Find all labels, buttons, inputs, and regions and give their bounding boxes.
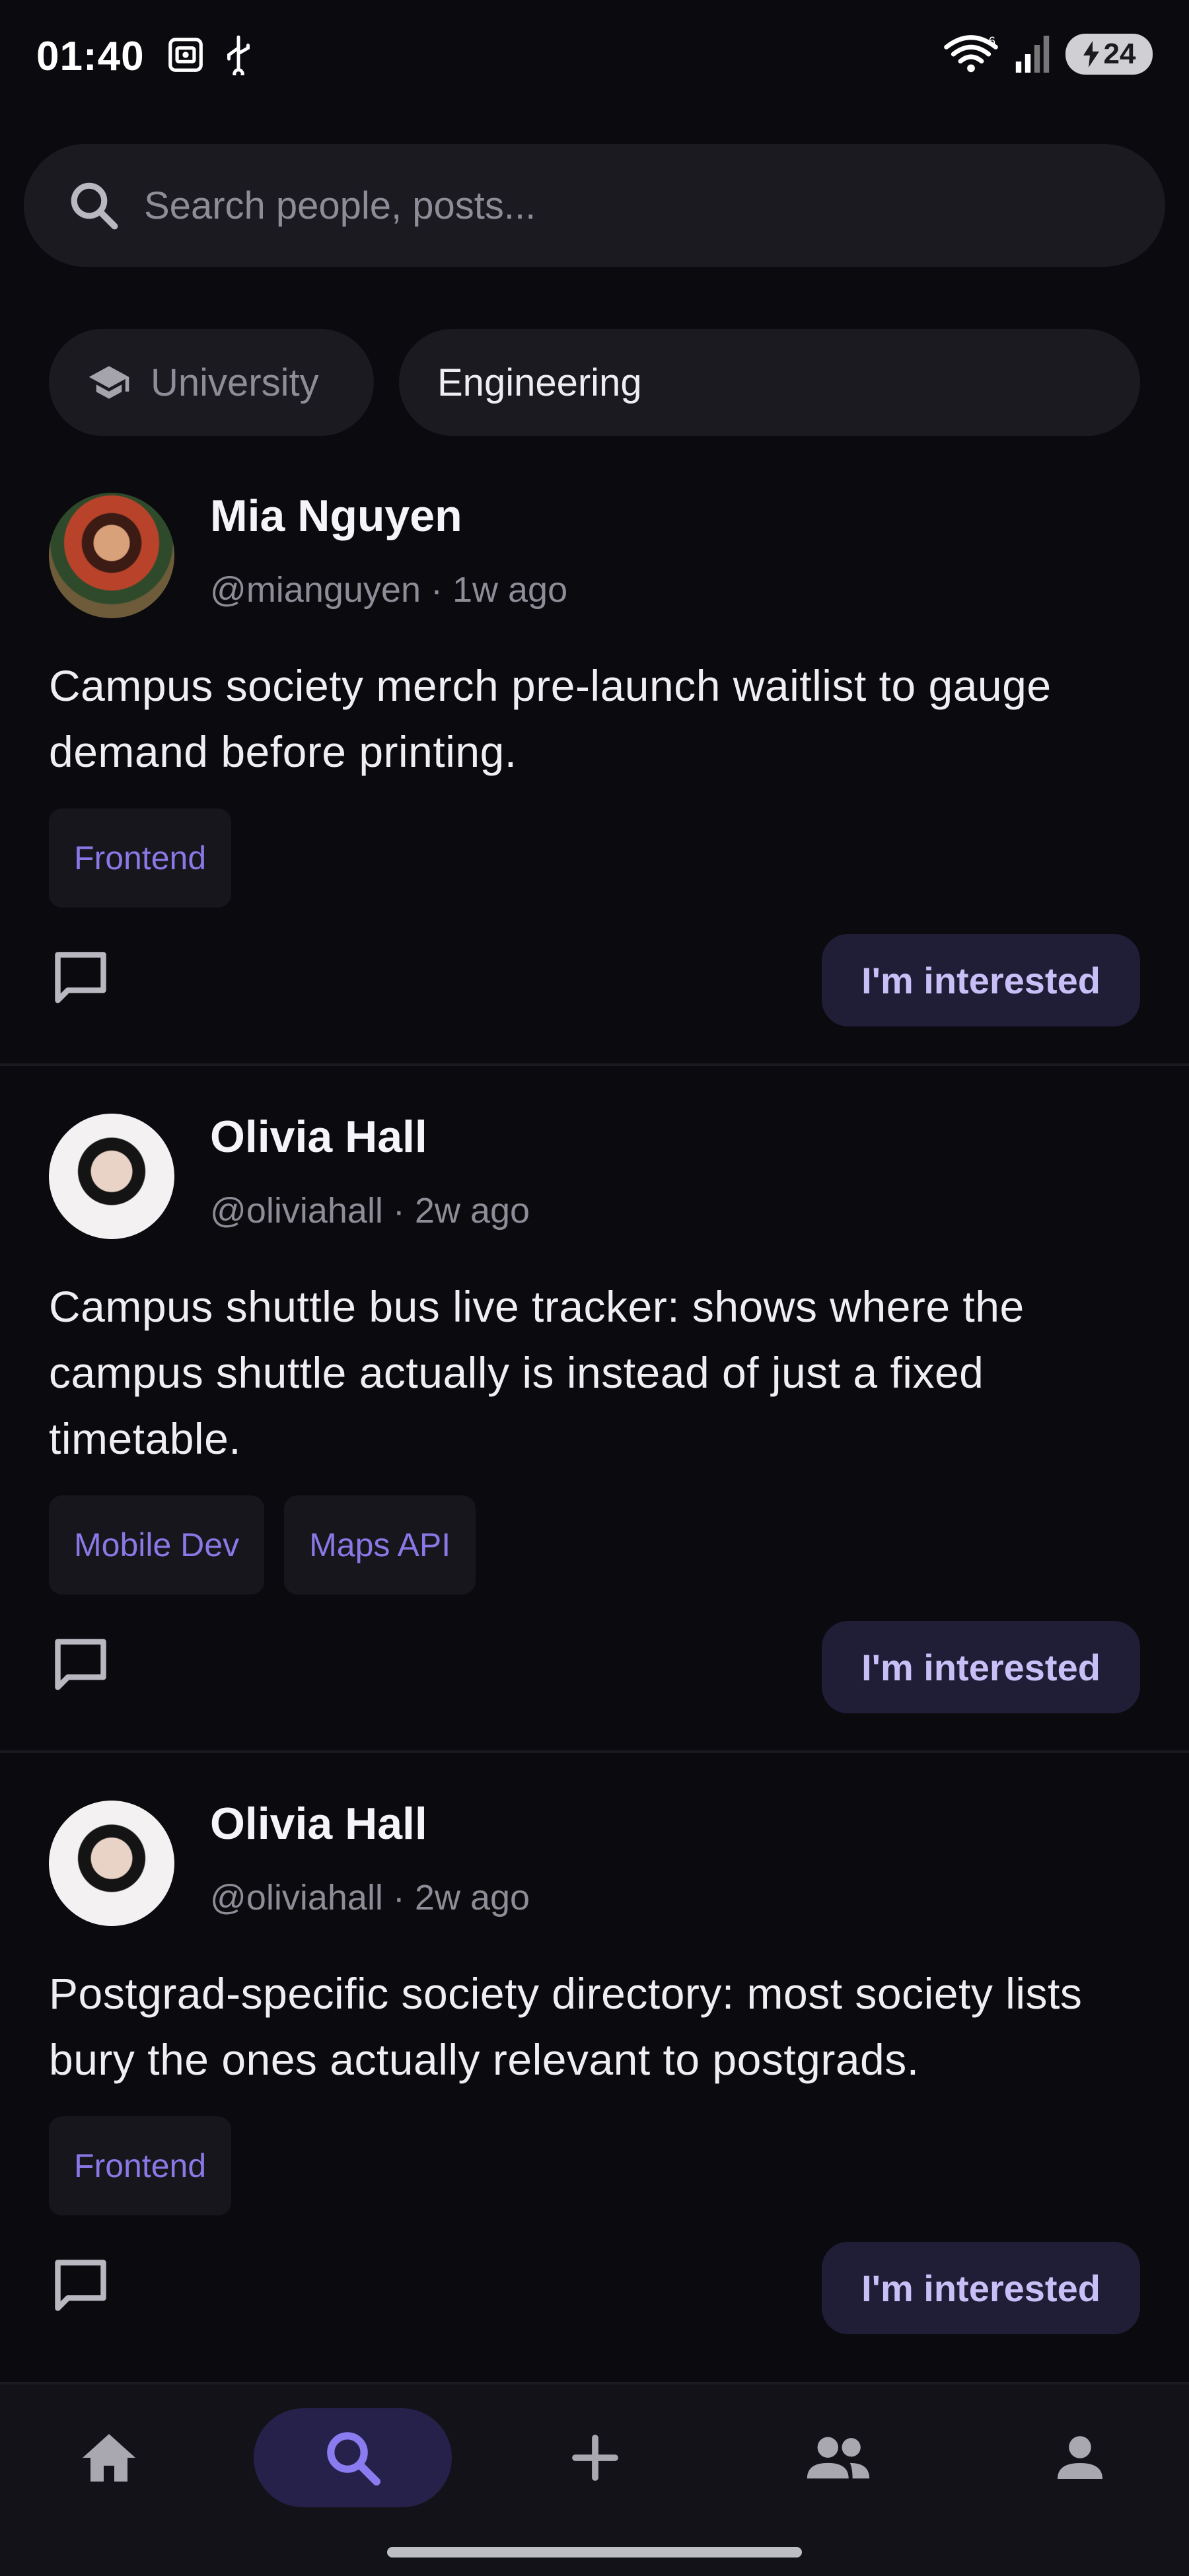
- usb-icon: [227, 35, 250, 75]
- search-icon: [327, 2432, 380, 2486]
- avatar[interactable]: [49, 493, 174, 618]
- comment-icon[interactable]: [50, 947, 111, 1008]
- comment-icon[interactable]: [50, 2255, 111, 2316]
- home-indicator[interactable]: [387, 2547, 802, 2558]
- nav-people[interactable]: [789, 2408, 888, 2507]
- nav-home[interactable]: [59, 2408, 159, 2507]
- author-meta: @oliviahall · 2w ago: [210, 1191, 530, 1231]
- bolt-icon: [1083, 41, 1099, 67]
- search-input[interactable]: Search people, posts...: [24, 144, 1165, 267]
- people-icon: [807, 2437, 870, 2479]
- status-right: 6 24: [943, 33, 1153, 75]
- interested-button[interactable]: I'm interested: [822, 1621, 1140, 1713]
- home-icon: [83, 2434, 135, 2482]
- author-meta: @oliviahall · 2w ago: [210, 1878, 530, 1917]
- university-filter-label: University: [151, 361, 319, 404]
- tag-list: Frontend: [49, 808, 232, 908]
- post-divider: [0, 1063, 1189, 1066]
- engineering-filter-chip[interactable]: Engineering: [399, 329, 1140, 436]
- interested-button[interactable]: I'm interested: [822, 934, 1140, 1026]
- interested-button[interactable]: I'm interested: [822, 2242, 1140, 2334]
- university-filter-chip[interactable]: University: [49, 329, 374, 436]
- avatar[interactable]: [49, 1114, 174, 1239]
- app-screen: 01:40 6 24 Search people, posts... Unive…: [0, 0, 1189, 2576]
- screenshot-icon: [168, 38, 203, 72]
- tag-list: Frontend: [49, 2116, 232, 2215]
- wifi-badge: 6: [989, 34, 995, 48]
- author-name[interactable]: Mia Nguyen: [210, 490, 462, 542]
- school-icon: [89, 366, 129, 399]
- tag[interactable]: Mobile Dev: [49, 1495, 265, 1594]
- add-icon: [572, 2435, 618, 2481]
- battery-level: 24: [1103, 38, 1136, 70]
- status-time: 01:40: [36, 34, 145, 79]
- search-icon: [71, 182, 118, 230]
- wifi-icon: 6: [944, 34, 998, 73]
- tag[interactable]: Maps API: [284, 1495, 476, 1594]
- engineering-filter-label: Engineering: [437, 361, 642, 404]
- nav-profile[interactable]: [1030, 2408, 1130, 2507]
- post-body: Postgrad-specific society directory: mos…: [49, 1969, 1083, 2084]
- search-placeholder: Search people, posts...: [144, 184, 536, 227]
- author-name[interactable]: Olivia Hall: [210, 1798, 427, 1849]
- signal-icon: [1015, 36, 1050, 73]
- post-divider: [0, 1750, 1189, 1753]
- post-body: Campus shuttle bus live tracker: shows w…: [49, 1282, 1025, 1463]
- status-bar: 01:40 6 24: [0, 0, 1189, 119]
- nav-add[interactable]: [546, 2408, 645, 2507]
- avatar[interactable]: [49, 1801, 174, 1926]
- comment-icon[interactable]: [50, 1634, 111, 1695]
- author-name[interactable]: Olivia Hall: [210, 1111, 427, 1163]
- post-body: Campus society merch pre-launch waitlist…: [49, 661, 1052, 776]
- tag-list: Mobile Dev Maps API: [49, 1495, 476, 1594]
- tag[interactable]: Frontend: [49, 2116, 232, 2215]
- profile-icon: [1058, 2436, 1102, 2479]
- status-left-icons: [165, 34, 255, 75]
- tag[interactable]: Frontend: [49, 808, 232, 908]
- nav-search[interactable]: [254, 2408, 452, 2507]
- author-meta: @mianguyen · 1w ago: [210, 570, 568, 610]
- battery-charging-icon: 24: [1065, 34, 1153, 75]
